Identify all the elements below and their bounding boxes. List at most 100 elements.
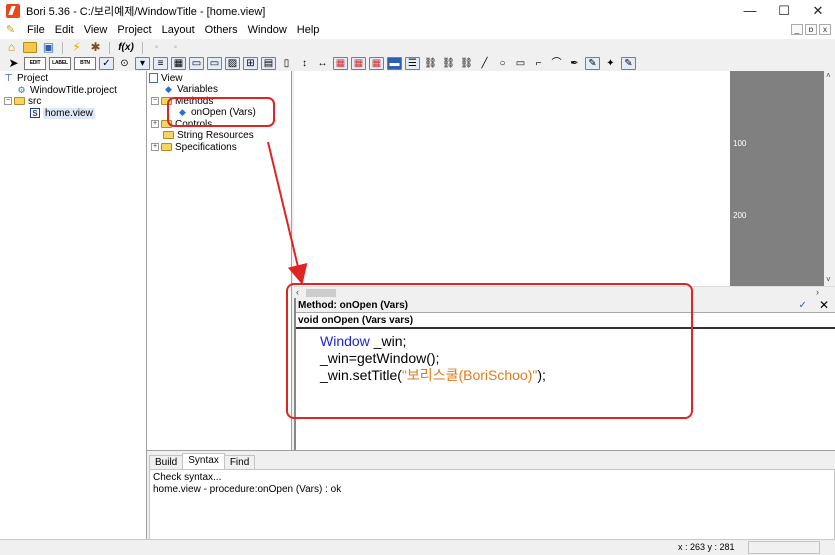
code-editor[interactable]: Window _win; _win=getWindow(); _win.setT… [296,329,835,384]
tree-control-icon[interactable]: ⊞ [243,57,258,70]
menu-view[interactable]: View [79,24,113,36]
tab-control-icon[interactable]: ▭ [207,57,222,70]
menu-edit[interactable]: Edit [50,24,79,36]
tree-node-project[interactable]: ⊤ Project [3,72,48,84]
folder-icon [161,120,172,128]
mdi-restore-button[interactable]: ɒ [805,24,817,35]
canvas-vertical-scrollbar[interactable]: ˄ ˅ [824,71,835,287]
maximize-button[interactable]: ☐ [767,0,801,21]
vsplit-control-icon[interactable]: ↕ [297,57,312,70]
menu-project[interactable]: Project [112,24,156,36]
label-control-button[interactable]: LABEL [49,57,71,70]
combobox-control-icon[interactable]: ▾ [135,57,150,70]
scroll-left-icon[interactable]: ‹ [296,287,299,297]
link2-control-icon[interactable]: ⛓ [441,57,456,70]
fill-tool-icon[interactable]: ✎ [621,57,636,70]
table2-control-icon[interactable]: ▦ [351,57,366,70]
scroll-right-icon[interactable]: › [816,287,819,297]
curve-tool-icon[interactable]: ⌒ [549,57,564,70]
tree-node-onopen[interactable]: ◆ onOpen (Vars) [177,106,256,118]
status-box [748,541,820,554]
pen-tool-icon[interactable]: ✒ [567,57,582,70]
menu-layout[interactable]: Layout [157,24,200,36]
calendar-control-icon[interactable]: ▤ [261,57,276,70]
line-tool-icon[interactable]: ╱ [477,57,492,70]
link-control-icon[interactable]: ⛓ [423,57,438,70]
minimize-button[interactable]: — [733,0,767,21]
grid-control-icon[interactable]: ▦ [171,57,186,70]
ruler-label-200: 200 [733,211,747,220]
debug-bug-icon[interactable]: ✱ [88,41,103,54]
tree-node-home-view[interactable]: S home.view [30,107,95,119]
menu-others[interactable]: Others [200,24,243,36]
pin-icon[interactable]: ✓ [799,298,807,313]
polyline-tool-icon[interactable]: ⌐ [531,57,546,70]
code-text: ); [537,367,546,383]
brush-tool-icon[interactable]: ✎ [585,57,600,70]
menu-bar: ✎ File Edit View Project Layout Others W… [0,21,835,39]
window-controls: — ☐ ✕ [733,0,835,21]
menu-window[interactable]: Window [243,24,292,36]
canvas-horizontal-scrollbar[interactable]: ‹ › [294,286,835,298]
menu-control-icon[interactable]: ☰ [405,57,420,70]
rect-tool-icon[interactable]: ▭ [513,57,528,70]
code-string: "보리스쿨(BoriSchoo)" [401,367,538,383]
tree-label: Variables [177,83,218,95]
tree-node-src[interactable]: − src [4,95,41,107]
pointer-icon[interactable]: ➤ [6,57,21,70]
bori-app-icon [6,3,20,18]
tree-label: Controls [175,118,213,130]
radio-control-icon[interactable]: ⊙ [117,57,132,70]
menu-file[interactable]: File [22,24,50,36]
tab-build[interactable]: Build [149,455,184,469]
view-tree-panel: View ◆ Variables − Methods ◆ onOpen (Var… [147,71,292,450]
new-project-icon[interactable]: ⌂ [4,41,19,54]
style-tool-icon[interactable]: ✦ [603,57,618,70]
hsplit-control-icon[interactable]: ↔ [315,57,330,70]
link3-control-icon[interactable]: ⛓ [459,57,474,70]
document-icon[interactable]: ✎ [6,24,18,36]
table3-control-icon[interactable]: ▦ [369,57,384,70]
scroll-thumb[interactable] [306,289,336,297]
scroll-up-icon[interactable]: ˄ [826,71,831,80]
expand-icon[interactable]: + [151,120,159,128]
edit-control-button[interactable]: EDIT [24,57,46,70]
mdi-minimize-button[interactable]: _ [791,24,803,35]
collapse-icon[interactable]: − [4,97,12,105]
tree-node-string-resources[interactable]: String Resources [163,129,254,141]
menu-help[interactable]: Help [292,24,325,36]
tab-find[interactable]: Find [223,455,256,469]
image-control-icon[interactable]: ▨ [225,57,240,70]
code-text: _win.setTitle( [320,367,402,383]
ruler-label-100: 100 [733,139,747,148]
status-bar: x : 263 y : 281 [0,539,835,555]
panel-control-icon[interactable]: ▭ [189,57,204,70]
expand-icon[interactable]: + [151,143,159,151]
tab-syntax[interactable]: Syntax [182,453,225,469]
code-keyword: Window [320,333,370,349]
scrollbar-control-icon[interactable]: ▯ [279,57,294,70]
checkbox-control-icon[interactable]: ✓ [99,57,114,70]
function-icon[interactable]: f(x) [116,41,136,54]
mdi-close-button[interactable]: x [819,24,831,35]
open-folder-icon[interactable] [23,42,37,53]
output-text-area[interactable]: Check syntax... home.view - procedure:on… [149,469,835,540]
db-control-icon[interactable]: ▬ [387,57,402,70]
scroll-down-icon[interactable]: ˅ [826,275,831,284]
output-line: home.view - procedure:onOpen (Vars) : ok [153,484,342,495]
close-panel-icon[interactable]: ✕ [819,298,829,313]
tree-node-specifications[interactable]: + Specifications [151,141,237,153]
close-button[interactable]: ✕ [801,0,835,21]
tree-label-selected: home.view [43,107,95,119]
listbox-control-icon[interactable]: ≡ [153,57,168,70]
build-lightning-icon[interactable]: ⚡ [69,41,84,54]
tree-node-variables[interactable]: ◆ Variables [163,83,218,95]
collapse-icon[interactable]: − [151,97,159,105]
table-control-icon[interactable]: ▦ [333,57,348,70]
ellipse-tool-icon[interactable]: ○ [495,57,510,70]
folder-icon [161,97,172,105]
design-canvas[interactable] [294,71,730,287]
save-icon[interactable]: ▣ [41,41,56,54]
code-line-1: Window _win; [320,333,835,350]
button-control-button[interactable]: BTN [74,57,96,70]
